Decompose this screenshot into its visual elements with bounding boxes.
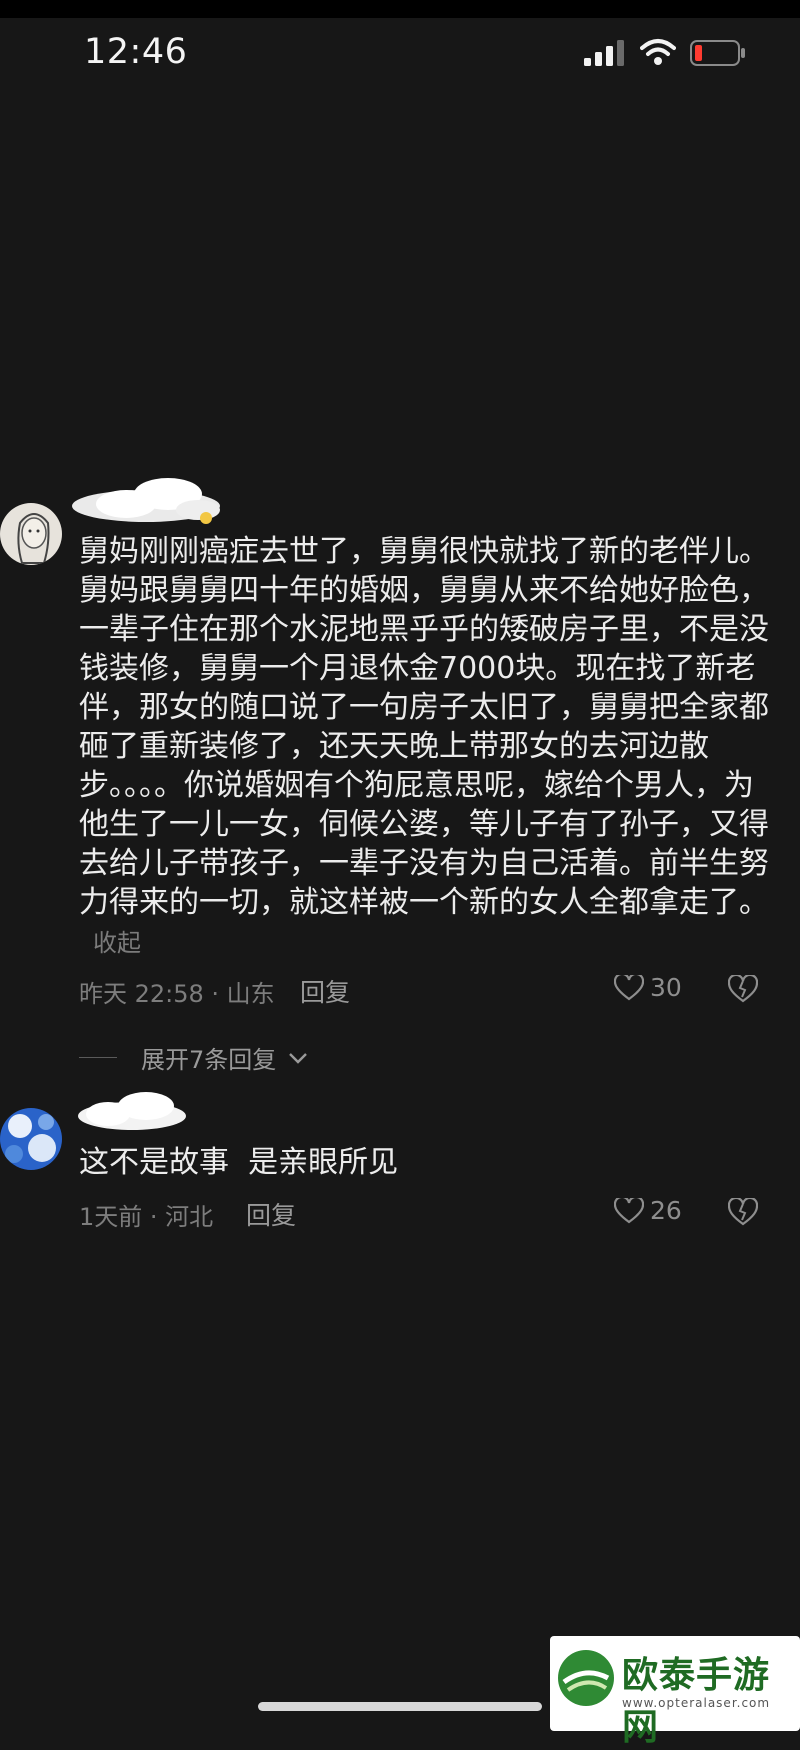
collapse-button[interactable]: 收起 [93, 929, 141, 957]
divider [79, 1057, 117, 1058]
dislike-button[interactable] [728, 975, 758, 1003]
home-indicator[interactable] [258, 1702, 542, 1711]
avatar[interactable] [0, 1108, 62, 1170]
wifi-icon [640, 39, 676, 65]
status-time: 12:46 [84, 32, 188, 72]
comment-meta: 昨天 22:58 · 山东 [79, 980, 275, 1008]
watermark: 欧泰手游网 www.opteralaser.com [550, 1636, 800, 1748]
avatar[interactable] [0, 503, 62, 565]
expand-replies-label: 展开7条回复 [141, 1046, 277, 1074]
like-button[interactable]: 30 [614, 973, 682, 1002]
comment-meta: 1天前 · 河北 [79, 1203, 214, 1231]
cellular-signal-icon [584, 40, 624, 66]
watermark-logo-icon [558, 1650, 614, 1706]
heart-icon [614, 974, 644, 1000]
heart-icon [614, 1197, 644, 1223]
username-redacted [72, 478, 220, 524]
comment-text: 这不是故事 是亲眼所见 [79, 1145, 399, 1180]
avatar-earth-icon [0, 1108, 62, 1170]
dislike-button[interactable] [728, 1198, 758, 1226]
chevron-down-icon [289, 1052, 308, 1064]
reply-button[interactable]: 回复 [246, 1196, 296, 1232]
expand-replies-button[interactable]: 展开7条回复 [79, 1040, 308, 1075]
avatar-portrait-icon [0, 503, 62, 565]
like-count: 26 [650, 1196, 682, 1225]
watermark-url: www.opteralaser.com [622, 1696, 771, 1710]
battery-low-icon [690, 40, 745, 66]
like-count: 30 [650, 973, 682, 1002]
like-button[interactable]: 26 [614, 1196, 682, 1225]
username-redacted [78, 1092, 186, 1130]
top-band [0, 0, 800, 18]
reply-button[interactable]: 回复 [300, 973, 350, 1009]
comment-text: 舅妈刚刚癌症去世了，舅舅很快就找了新的老伴儿。舅妈跟舅舅四十年的婚姻，舅舅从来不… [79, 534, 769, 957]
